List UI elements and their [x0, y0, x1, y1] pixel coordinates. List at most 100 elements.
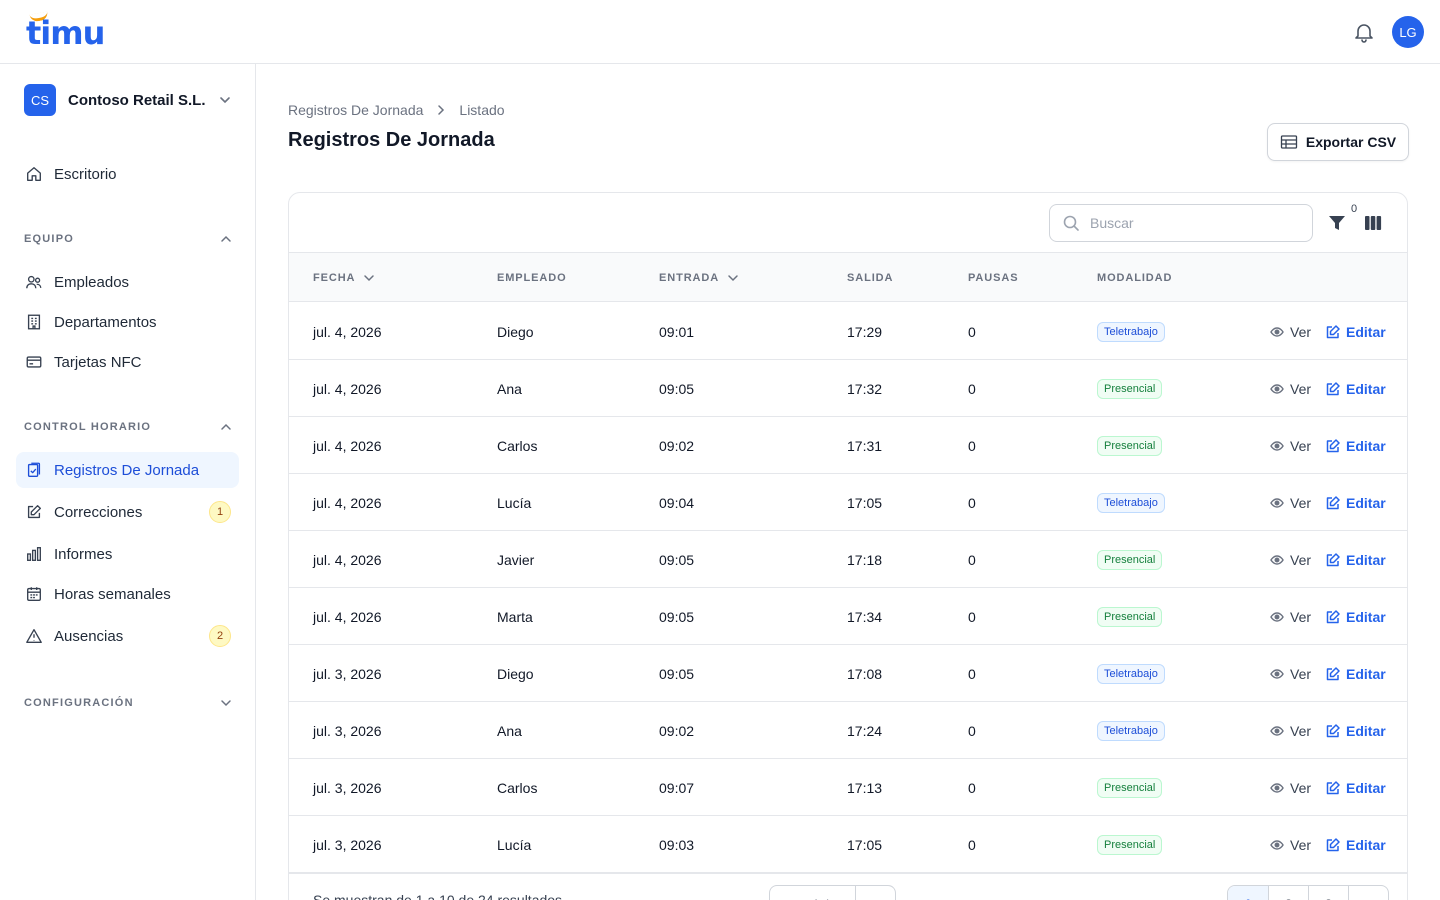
sidebar-item-ausencias[interactable]: Ausencias 2: [16, 618, 239, 654]
column-pausas[interactable]: PAUSAS: [968, 253, 1018, 302]
corrections-count-badge: 1: [209, 501, 231, 523]
view-button[interactable]: Ver: [1270, 588, 1311, 645]
sidebar-item-registros-de-jornada[interactable]: Registros De Jornada: [16, 452, 239, 488]
edit-button[interactable]: Editar: [1326, 474, 1386, 531]
search-input[interactable]: [1090, 215, 1290, 231]
view-label: Ver: [1290, 551, 1312, 568]
sidebar-item-escritorio[interactable]: Escritorio: [16, 156, 239, 192]
sort-icon: [364, 274, 375, 281]
edit-label: Editar: [1346, 551, 1386, 568]
bell-icon[interactable]: [1352, 20, 1376, 44]
cell-modalidad: Presencial: [1097, 360, 1163, 417]
cell-salida: 17:18: [847, 551, 883, 568]
sidebar-item-empleados[interactable]: Empleados: [16, 264, 239, 300]
view-button[interactable]: Ver: [1270, 816, 1311, 873]
sidebar-item-informes[interactable]: Informes: [16, 536, 239, 572]
cell-entrada: 09:02: [659, 722, 695, 739]
sidebar-item-label: Departamentos: [54, 313, 157, 331]
edit-label: Editar: [1346, 437, 1386, 454]
eye-icon: [1270, 383, 1284, 394]
timu-logo[interactable]: timu: [26, 11, 105, 52]
sidebar-item-tarjetas-nfc[interactable]: Tarjetas NFC: [16, 344, 239, 380]
building-icon: [24, 312, 44, 332]
column-fecha[interactable]: FECHA: [313, 253, 375, 302]
cell-entrada: 09:05: [659, 380, 695, 397]
user-avatar[interactable]: LG: [1392, 16, 1424, 48]
edit-button[interactable]: Editar: [1326, 417, 1386, 474]
edit-button[interactable]: Editar: [1326, 645, 1386, 702]
eye-icon: [1270, 611, 1284, 622]
breadcrumb-root[interactable]: Registros De Jornada: [288, 102, 423, 118]
cell-entrada: 09:02: [659, 437, 695, 454]
view-button[interactable]: Ver: [1270, 702, 1311, 759]
edit-button[interactable]: Editar: [1326, 816, 1386, 873]
cell-empleado: Carlos: [497, 437, 538, 454]
page-button-3[interactable]: 3: [1308, 886, 1348, 900]
edit-button[interactable]: Editar: [1326, 588, 1386, 645]
view-button[interactable]: Ver: [1270, 360, 1311, 417]
cell-modalidad: Teletrabajo: [1097, 702, 1165, 759]
column-entrada[interactable]: ENTRADA: [659, 253, 739, 302]
section-configuracion[interactable]: CONFIGURACIÓN: [24, 693, 232, 713]
users-icon: [24, 272, 44, 292]
view-button[interactable]: Ver: [1270, 531, 1311, 588]
export-csv-button[interactable]: Exportar CSV: [1267, 123, 1409, 161]
view-button[interactable]: Ver: [1270, 759, 1311, 816]
edit-button[interactable]: Editar: [1326, 360, 1386, 417]
next-page-button[interactable]: ›: [1348, 886, 1388, 900]
edit-label: Editar: [1346, 608, 1386, 625]
cell-fecha: jul. 4, 2026: [313, 551, 382, 568]
page-button-1[interactable]: 1: [1228, 886, 1268, 900]
view-button[interactable]: Ver: [1270, 474, 1311, 531]
cell-salida: 17:32: [847, 380, 883, 397]
edit-button[interactable]: Editar: [1326, 531, 1386, 588]
edit-icon: [1326, 780, 1340, 794]
column-salida[interactable]: SALIDA: [847, 253, 893, 302]
cell-fecha: jul. 4, 2026: [313, 380, 382, 397]
sidebar: CS Contoso Retail S.L. Escritorio EQUIPO…: [0, 64, 256, 900]
breadcrumb: Registros De Jornada Listado: [288, 100, 505, 120]
view-label: Ver: [1290, 779, 1312, 796]
table-row: jul. 4, 2026 Diego 09:01 17:29 0 Teletrabajo V…: [289, 303, 1407, 360]
sidebar-item-label: Registros De Jornada: [54, 461, 200, 479]
sidebar-item-label: Empleados: [54, 273, 130, 291]
sidebar-item-horas-semanales[interactable]: Horas semanales: [16, 576, 239, 612]
filter-icon[interactable]: [1327, 213, 1347, 233]
view-button[interactable]: Ver: [1270, 303, 1311, 360]
section-equipo[interactable]: EQUIPO: [24, 229, 232, 249]
edit-button[interactable]: Editar: [1326, 702, 1386, 759]
modality-badge: Teletrabajo: [1097, 720, 1165, 741]
cell-empleado: Ana: [497, 380, 522, 397]
search-box[interactable]: [1049, 204, 1313, 242]
cell-fecha: jul. 4, 2026: [313, 437, 382, 454]
edit-label: Editar: [1346, 836, 1386, 853]
sidebar-item-correcciones[interactable]: Correcciones 1: [16, 494, 239, 530]
cell-modalidad: Teletrabajo: [1097, 474, 1165, 531]
cell-empleado: Diego: [497, 665, 534, 682]
column-modalidad[interactable]: MODALIDAD: [1097, 253, 1172, 302]
columns-icon[interactable]: [1363, 213, 1383, 233]
view-button[interactable]: Ver: [1270, 645, 1311, 702]
cell-modalidad: Presencial: [1097, 588, 1163, 645]
cell-entrada: 09:04: [659, 494, 695, 511]
view-button[interactable]: Ver: [1270, 417, 1311, 474]
modality-badge: Presencial: [1097, 549, 1163, 570]
per-page-value: 10: [855, 886, 894, 900]
logo-text: timu: [26, 14, 105, 52]
page-button-2[interactable]: 2: [1268, 886, 1308, 900]
edit-button[interactable]: Editar: [1326, 759, 1386, 816]
card-icon: [24, 352, 44, 372]
column-label: EMPLEADO: [497, 271, 567, 284]
results-summary: Se muestran de 1 a 10 de 24 resultados: [313, 892, 563, 900]
sidebar-item-departamentos[interactable]: Departamentos: [16, 304, 239, 340]
edit-icon: [1326, 438, 1340, 452]
edit-icon: [1326, 666, 1340, 680]
sidebar-item-label: Tarjetas NFC: [54, 353, 142, 371]
sidebar-item-label: Informes: [54, 545, 113, 563]
section-control-horario[interactable]: CONTROL HORARIO: [24, 417, 232, 437]
edit-button[interactable]: Editar: [1326, 303, 1386, 360]
per-page-select[interactable]: por página 10: [769, 885, 896, 900]
per-page-label: por página: [770, 886, 855, 900]
column-empleado[interactable]: EMPLEADO: [497, 253, 567, 302]
org-switcher[interactable]: CS Contoso Retail S.L.: [24, 84, 232, 116]
